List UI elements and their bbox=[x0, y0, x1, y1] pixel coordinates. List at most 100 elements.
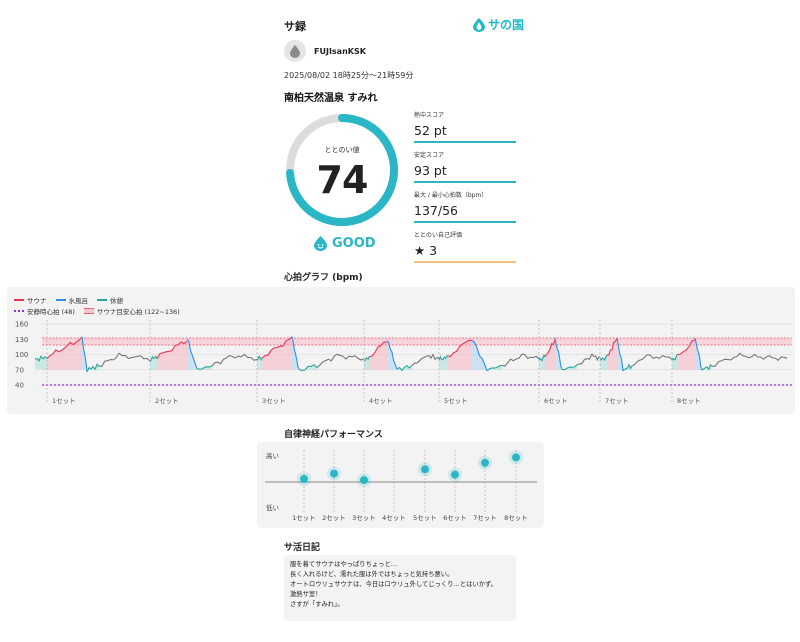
diary-line: 長く入れるけど、濡れた服は外ではちょっと気持ち悪い。 bbox=[290, 571, 454, 578]
autonomic-title: 自律神経パフォーマンス bbox=[284, 430, 383, 440]
facility-name[interactable]: 南柏天然温泉 すみれ bbox=[284, 89, 377, 104]
metric-value: 137/56 bbox=[414, 203, 458, 218]
performance-point bbox=[360, 476, 368, 485]
hr-graph-title: 心拍グラフ (bpm) bbox=[284, 273, 363, 283]
legend-target: サウナ目安心拍 (122~136) bbox=[96, 308, 180, 316]
set-label: 5セット bbox=[444, 397, 468, 405]
status-text: GOOD bbox=[332, 236, 376, 251]
other-line bbox=[631, 354, 648, 367]
legend-water: 水風呂 bbox=[68, 297, 89, 305]
brand-name: サの国 bbox=[488, 18, 525, 32]
other-line bbox=[316, 353, 338, 369]
other-line bbox=[411, 355, 428, 366]
performance-point bbox=[421, 465, 429, 474]
set-label: 2セット bbox=[155, 397, 179, 405]
y-tick-label: 160 bbox=[15, 321, 28, 329]
legend-resting: 安静時心拍 (48) bbox=[27, 308, 75, 316]
set-label: 2セット bbox=[322, 514, 346, 522]
performance-point bbox=[481, 458, 489, 467]
user-drop-icon bbox=[290, 44, 300, 58]
metric-self-rating: ととのい自己評価 ★ 3 bbox=[414, 230, 516, 263]
drop-icon bbox=[473, 17, 485, 32]
performance-point bbox=[512, 453, 520, 462]
sauna-area bbox=[157, 341, 187, 370]
set-label: 5セット bbox=[413, 514, 437, 522]
metric-value: 93 pt bbox=[414, 163, 447, 178]
set-label: 6セット bbox=[443, 514, 467, 522]
set-label: 7セット bbox=[473, 514, 497, 522]
performance-point bbox=[300, 475, 308, 483]
set-label: 3セット bbox=[352, 514, 376, 522]
set-label: 8セット bbox=[504, 514, 528, 522]
avatar[interactable] bbox=[284, 40, 306, 62]
set-label: 6セット bbox=[544, 397, 568, 405]
set-label: 7セット bbox=[605, 397, 629, 405]
status-badge: GOOD bbox=[314, 236, 376, 251]
performance-point bbox=[451, 470, 459, 479]
other-line bbox=[211, 354, 233, 367]
rest-area bbox=[539, 355, 545, 370]
username[interactable]: FUJIsanKSK bbox=[314, 47, 366, 56]
legend-water-swatch bbox=[55, 299, 66, 301]
diary-line: 激熱サ室！ bbox=[290, 591, 322, 598]
good-face-icon bbox=[314, 236, 327, 251]
legend-rest: 休憩 bbox=[110, 297, 123, 305]
legend-resting-swatch bbox=[14, 310, 24, 312]
other-line bbox=[336, 353, 365, 361]
metric-label: 安定スコア bbox=[414, 152, 445, 159]
legend-sauna: サウナ bbox=[27, 297, 47, 305]
other-line bbox=[712, 356, 738, 367]
set-label: 1セット bbox=[52, 397, 76, 405]
set-label: 4セット bbox=[369, 397, 393, 405]
page-title: サ録 bbox=[284, 20, 306, 33]
diary-line: オートロウリュサウナは、今日はロウリュ外してじっくり…とはいかず。 bbox=[290, 581, 497, 588]
diary-text: 服を着てサウナはやっぱりちょっと… 長く入れるけど、濡れた服は外ではちょっと気持… bbox=[284, 555, 516, 621]
diary-line: さすが「すみれ」。 bbox=[290, 601, 344, 608]
set-label: 4セット bbox=[382, 514, 406, 522]
legend-sauna-swatch bbox=[14, 299, 24, 301]
set-label: 3セット bbox=[262, 397, 286, 405]
performance-point bbox=[330, 469, 338, 478]
high-label: 高い bbox=[266, 451, 279, 460]
y-tick-label: 100 bbox=[15, 351, 28, 359]
y-tick-label: 40 bbox=[15, 382, 24, 390]
metric-underline bbox=[414, 181, 516, 183]
hr-legend-row-2: 安静時心拍 (48) サウナ目安心拍 (122~136) bbox=[14, 306, 180, 316]
metric-label: 熱中スコア bbox=[414, 112, 445, 119]
metric-heat-score: 熱中スコア 52 pt bbox=[414, 110, 516, 143]
metric-value: ★ 3 bbox=[414, 243, 438, 258]
metric-label: 最大 / 最小心拍数（bpm） bbox=[414, 192, 488, 199]
other-line bbox=[98, 352, 120, 367]
low-label: 低い bbox=[266, 503, 279, 512]
diary-line: 服を着てサウナはやっぱりちょっと… bbox=[290, 561, 398, 568]
metric-heart-rate: 最大 / 最小心拍数（bpm） 137/56 bbox=[414, 190, 516, 223]
metric-underline bbox=[414, 221, 516, 223]
totonoi-label: ととのい値 bbox=[324, 146, 360, 154]
other-line bbox=[501, 353, 523, 367]
hr-chart: 160 130 100 70 40 1セット 2セット 3セット 4セット 5セット 6セット 7セ… bbox=[15, 320, 792, 405]
target-band bbox=[42, 338, 792, 345]
y-tick-label: 130 bbox=[15, 336, 28, 344]
legend-rest-swatch bbox=[97, 299, 107, 301]
other-line bbox=[521, 353, 540, 360]
set-label: 1セット bbox=[292, 514, 316, 522]
autonomic-chart: 高い 低い 1セット 2セット 3セット 4セット 5セット 6セット 7セット 8セット bbox=[265, 450, 537, 522]
legend-target-swatch bbox=[83, 308, 94, 314]
hr-legend-row-1: サウナ 水風呂 休憩 bbox=[14, 295, 123, 305]
metric-label: ととのい自己評価 bbox=[414, 232, 462, 239]
metric-underline bbox=[414, 141, 516, 143]
other-line bbox=[426, 353, 440, 361]
metric-stability-score: 安定スコア 93 pt bbox=[414, 150, 516, 183]
other-line bbox=[646, 354, 673, 360]
brand-logo[interactable]: サの国 bbox=[473, 16, 524, 33]
other-line bbox=[231, 353, 258, 361]
set-label: 8セット bbox=[677, 397, 701, 405]
user-row[interactable]: FUJIsanKSK bbox=[284, 40, 366, 62]
totonoi-value: 74 bbox=[316, 158, 369, 202]
session-datetime: 2025/08/02 18時25分～21時59分 bbox=[284, 71, 414, 80]
metric-underline bbox=[414, 261, 516, 263]
diary-title: サ活日記 bbox=[284, 543, 321, 553]
rest-line bbox=[622, 363, 633, 372]
other-line bbox=[576, 353, 593, 366]
metric-value: 52 pt bbox=[414, 123, 447, 138]
